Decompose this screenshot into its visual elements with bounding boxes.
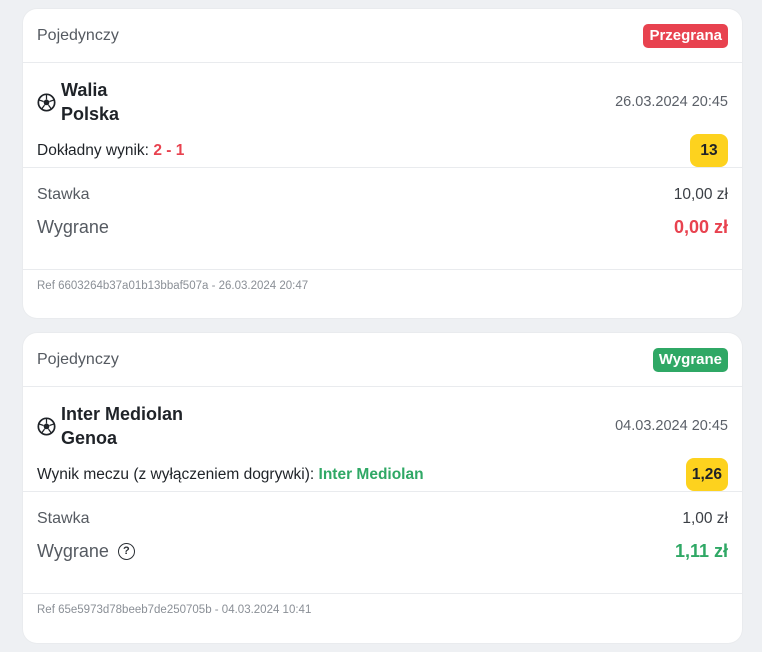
bet-type-label: Pojedynczy (37, 350, 119, 368)
bet-card-header: Pojedynczy Wygrane (23, 333, 742, 387)
soccer-ball-icon (37, 416, 56, 436)
bet-summary: Stawka 1,00 zł Wygrane ? 1,11 zł (23, 492, 742, 594)
selection: Inter Mediolan (318, 465, 424, 483)
selection: 2 - 1 (153, 141, 185, 159)
odds-badge: 13 (690, 134, 728, 167)
win-label: Wygrane (37, 217, 109, 238)
stake-value: 10,00 zł (673, 186, 728, 203)
pick: Dokładny wynik: 2 - 1 (37, 142, 184, 160)
home-team: Inter Mediolan (61, 404, 184, 424)
odds-badge: 1,26 (685, 458, 728, 491)
market-label: Wynik meczu (z wyłączeniem dogrywki): (37, 465, 315, 483)
away-team: Polska (61, 104, 120, 124)
win-value: 1,11 zł (674, 541, 728, 561)
win-value: 0,00 zł (673, 217, 728, 237)
pick: Wynik meczu (z wyłączeniem dogrywki): In… (37, 466, 424, 484)
status-badge: Wygrane (652, 347, 728, 372)
win-label-text: Wygrane (37, 217, 109, 237)
bet-card[interactable]: Pojedynczy Wygrane Inter Mediolan Genoa (23, 333, 742, 643)
bet-card[interactable]: Pojedynczy Przegrana Walia Polska 26.03.… (23, 9, 742, 318)
bet-summary: Stawka 10,00 zł Wygrane 0,00 zł (23, 168, 742, 270)
teams: Walia Polska (61, 78, 119, 126)
bet-reference: Ref 65e5973d78beeb7de250705b - 04.03.202… (37, 604, 312, 616)
home-team: Walia (61, 80, 108, 100)
soccer-ball-icon (37, 92, 56, 112)
win-label-text: Wygrane (37, 541, 109, 561)
away-team: Genoa (61, 428, 118, 448)
event-date: 04.03.2024 20:45 (615, 418, 728, 434)
teams: Inter Mediolan Genoa (61, 402, 183, 450)
event-date: 26.03.2024 20:45 (615, 94, 728, 110)
stake-label: Stawka (37, 186, 90, 203)
stake-value: 1,00 zł (682, 510, 728, 527)
status-badge: Przegrana (643, 23, 728, 48)
event-section: Inter Mediolan Genoa 04.03.2024 20:45 Wy… (23, 387, 742, 492)
stake-label: Stawka (37, 510, 90, 527)
bet-type-label: Pojedynczy (37, 26, 119, 44)
event-section: Walia Polska 26.03.2024 20:45 Dokładny w… (23, 63, 742, 168)
bet-reference: Ref 6603264b37a01b13bbaf507a - 26.03.202… (37, 280, 309, 292)
win-label: Wygrane ? (37, 541, 135, 562)
market-label: Dokładny wynik: (37, 141, 149, 159)
bet-card-header: Pojedynczy Przegrana (23, 9, 742, 63)
question-circle-icon[interactable]: ? (117, 543, 135, 560)
